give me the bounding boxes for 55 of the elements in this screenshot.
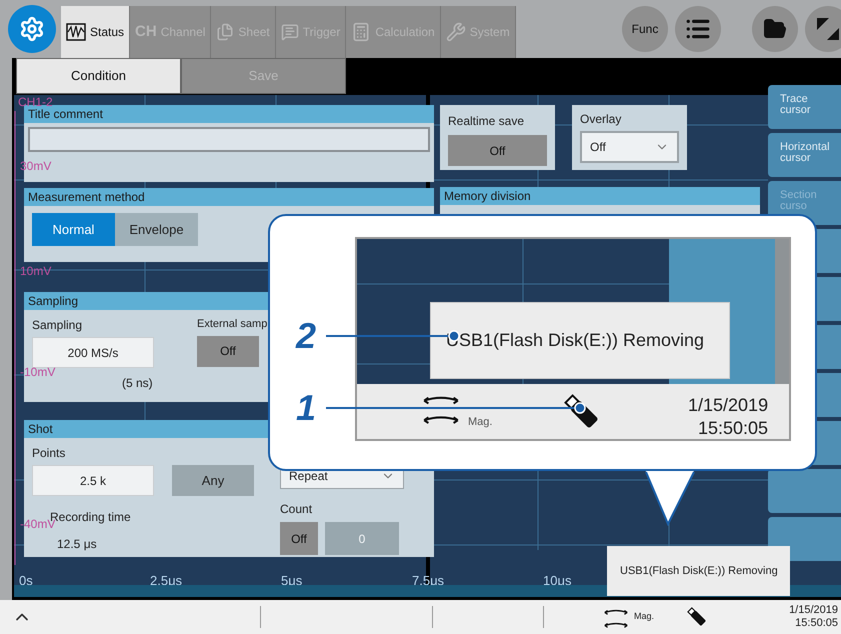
sampling-period: (5 ns) <box>122 375 154 392</box>
folder-icon <box>763 17 787 41</box>
folder-button[interactable] <box>752 6 798 52</box>
recording-time-value: 12.5 μs <box>57 536 98 553</box>
field-label: Sampling <box>32 317 84 334</box>
popup-message: USB1(Flash Disk(E:)) Removing <box>430 302 730 379</box>
panel-title: Memory division <box>444 190 531 202</box>
settings-button[interactable] <box>8 5 56 53</box>
overlay-dropdown[interactable]: Off <box>580 131 679 163</box>
side-menu-item[interactable]: Trace cursor <box>768 85 841 129</box>
method-option[interactable]: Envelope <box>115 213 198 246</box>
panel-title: Title comment <box>28 108 103 120</box>
usb-drive-icon <box>686 606 708 628</box>
any-button[interactable]: Any <box>172 465 254 496</box>
status-time: 15:50:05 <box>795 617 838 630</box>
panel-title: Shot <box>28 423 53 435</box>
trigger-icon <box>280 23 299 41</box>
panel-title: Measurement method <box>28 191 145 203</box>
y-axis-label: 10mV <box>20 263 52 280</box>
realtime-save-toggle[interactable]: Off <box>448 135 547 166</box>
field-label: Count <box>280 501 314 518</box>
inset-time: 15:50:05 <box>698 417 768 440</box>
mag-label: Mag. <box>634 610 654 624</box>
resize-button[interactable] <box>805 6 841 52</box>
sampling-rate-field[interactable]: 200 MS/s <box>32 337 154 368</box>
x-axis-label: 2.5μs <box>150 573 182 588</box>
wrench-icon <box>446 22 466 42</box>
field-label: Overlay <box>580 111 622 128</box>
side-menu-item[interactable]: Horizontal cursor <box>768 133 841 177</box>
field-label: Realtime save <box>448 113 526 130</box>
usb-removing-toast: USB1(Flash Disk(E:)) Removing <box>607 546 790 596</box>
status-date: 1/15/2019 <box>789 604 838 617</box>
menu-tab[interactable]: Status <box>61 6 130 58</box>
waveform-icon <box>66 23 86 41</box>
resize-icon <box>817 18 839 40</box>
external-sampling-toggle[interactable]: Off <box>197 336 259 366</box>
field-label: Points <box>32 445 66 462</box>
sheets-icon <box>216 23 234 41</box>
panel-title: Sampling <box>28 295 78 307</box>
sub-tab[interactable]: Condition <box>16 58 181 94</box>
callout-number: 1 <box>296 388 318 428</box>
callout-number: 2 <box>296 316 318 356</box>
list-button[interactable] <box>675 6 721 52</box>
mag-label: Mag. <box>468 415 492 430</box>
title-comment-field[interactable] <box>28 127 430 152</box>
points-field[interactable]: 2.5 k <box>32 465 154 496</box>
calculator-icon <box>351 22 372 42</box>
method-option[interactable]: Normal <box>32 213 115 246</box>
field-label: External samp <box>197 317 268 332</box>
settings-icon <box>19 16 45 42</box>
x-axis-label: 0s <box>19 573 33 588</box>
count-toggle[interactable]: Off <box>280 522 318 555</box>
x-axis-label: 10μs <box>543 573 572 588</box>
inset-date: 1/15/2019 <box>688 394 768 417</box>
func-button[interactable]: Func <box>622 6 668 52</box>
